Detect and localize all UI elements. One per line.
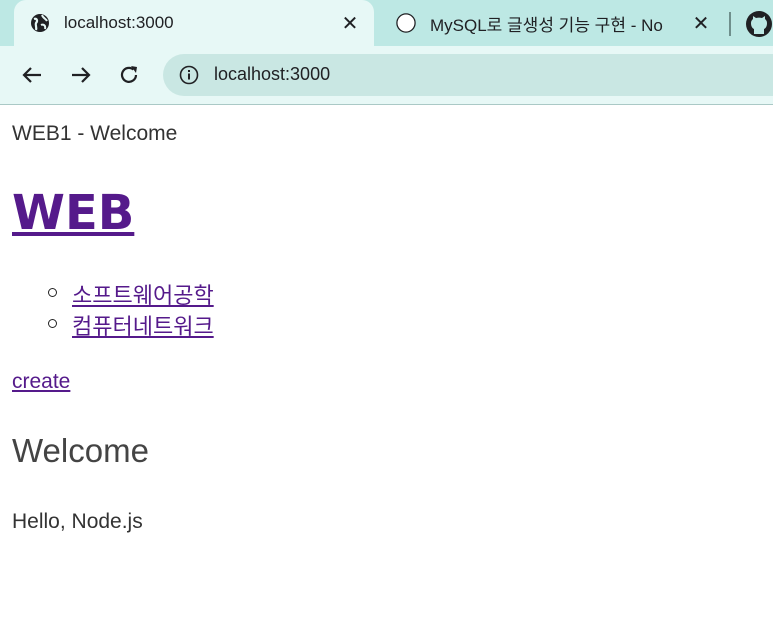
tab-title: localhost:3000 bbox=[64, 13, 174, 32]
address-url: localhost:3000 bbox=[214, 64, 331, 84]
page-content: WEB1 - Welcome WEB 소프트웨어공학 컴퓨터네트워크 creat… bbox=[0, 105, 773, 619]
loading-circle-icon bbox=[396, 13, 416, 33]
tab-localhost[interactable]: localhost:3000 ✕ bbox=[14, 0, 374, 46]
forward-arrow-icon[interactable] bbox=[66, 60, 96, 90]
close-tab-icon[interactable]: ✕ bbox=[687, 9, 715, 37]
tab-separator bbox=[729, 12, 731, 36]
topic-link[interactable]: 소프트웨어공학 bbox=[72, 278, 214, 310]
tab-title: MySQL로 글생성 기능 구현 - No bbox=[430, 15, 663, 35]
globe-icon bbox=[30, 13, 50, 33]
back-arrow-icon[interactable] bbox=[17, 60, 47, 90]
tab-strip: localhost:3000 ✕ MySQL로 글생성 기능 구현 - No ✕ bbox=[0, 0, 773, 46]
document-title: WEB1 - Welcome bbox=[12, 122, 178, 145]
github-icon[interactable] bbox=[745, 10, 773, 38]
list-item: 컴퓨터네트워크 bbox=[40, 309, 214, 340]
description-text: Hello, Node.js bbox=[12, 510, 143, 533]
tab-mysql[interactable]: MySQL로 글생성 기능 구현 - No ✕ bbox=[380, 0, 725, 46]
topic-list: 소프트웨어공학 컴퓨터네트워크 bbox=[40, 278, 214, 340]
bullet-icon bbox=[48, 319, 57, 328]
browser-toolbar: localhost:3000 bbox=[0, 46, 773, 105]
bullet-icon bbox=[48, 288, 57, 297]
close-tab-icon[interactable]: ✕ bbox=[336, 9, 364, 37]
create-link[interactable]: create bbox=[12, 370, 70, 394]
topic-link[interactable]: 컴퓨터네트워크 bbox=[72, 309, 214, 341]
heading-link-web[interactable]: WEB bbox=[12, 185, 134, 241]
info-icon[interactable] bbox=[179, 65, 199, 85]
list-item: 소프트웨어공학 bbox=[40, 278, 214, 309]
section-title: Welcome bbox=[12, 432, 149, 469]
address-bar[interactable]: localhost:3000 bbox=[163, 54, 773, 96]
reload-icon[interactable] bbox=[114, 60, 144, 90]
